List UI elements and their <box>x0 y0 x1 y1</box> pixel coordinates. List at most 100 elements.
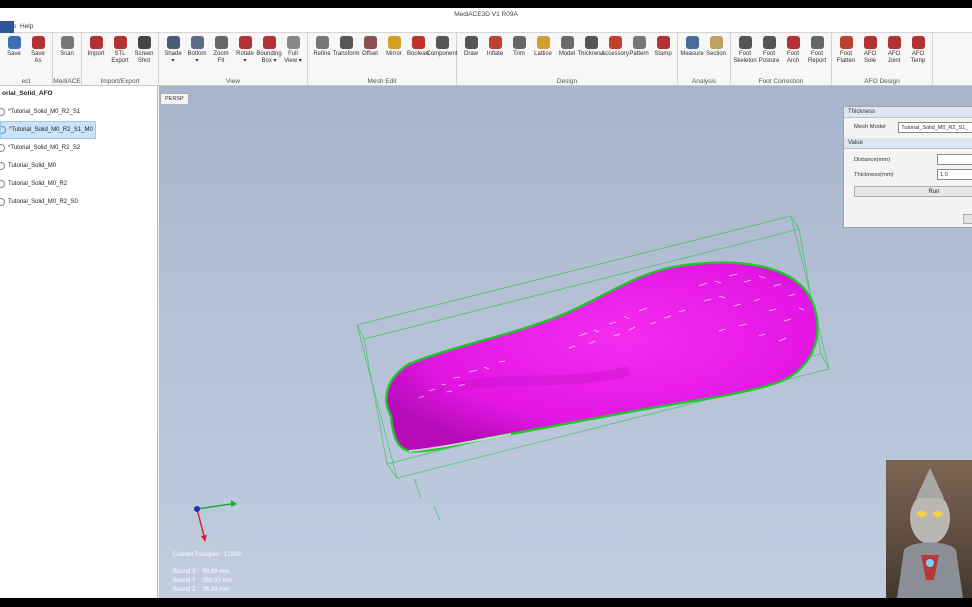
tool-label: Offset <box>362 51 378 57</box>
bound-z: Bound Z : 26.28 mm <box>173 587 230 593</box>
ribbon-group-label: Design <box>556 78 578 85</box>
refine-icon <box>315 36 329 49</box>
visibility-toggle-icon[interactable] <box>0 180 5 188</box>
ribbon-group-label: View <box>226 78 240 85</box>
boolean-icon <box>411 36 425 49</box>
tool-label: Component <box>426 51 458 57</box>
value-header: Value <box>844 138 972 149</box>
visibility-toggle-icon[interactable] <box>0 162 5 170</box>
tool-label: Lattice <box>534 51 552 57</box>
ribbon-group: Shade ▾ Bottom ▾ Zoom Fit Rotate ▾ Bounding … <box>159 33 308 86</box>
ribbon-group: Foot Flatten AFO Sole AFO Joint AFO Temp AFO… <box>832 33 933 86</box>
tree-item-label: Tutorial_Solid_M0_R2 <box>8 181 68 187</box>
thickness-input[interactable]: 1.0 <box>937 169 972 180</box>
tool-label: Pattern <box>629 51 649 57</box>
menu-help[interactable]: Help <box>14 23 39 30</box>
run-button[interactable]: Run <box>854 186 972 197</box>
tree-item[interactable]: Tutorial_Solid_M0_R2_S0 <box>0 193 157 211</box>
presenter-figure-image <box>897 468 963 598</box>
mesh-model-label: Mesh Model <box>854 124 886 130</box>
tool-label: Save As <box>31 51 45 64</box>
tool-label: AFO Joint <box>887 51 901 64</box>
ribbon-group-label: Import/Export <box>100 78 140 85</box>
ribbon-group: Draw Inflate Trim Lattice Model Thickness Acce… <box>457 33 678 86</box>
model-tree-panel: orial_Solid_AFO *Tutorial_Solid_M0_R2_S1… <box>0 86 158 598</box>
tree-item-label: Tutorial_Solid_M0_R2_S0 <box>8 199 78 205</box>
tree-item[interactable]: Tutorial_Solid_M0 <box>0 157 157 175</box>
foot-skeleton-icon <box>738 36 752 49</box>
inflate-icon <box>488 36 502 49</box>
save-icon <box>7 36 21 49</box>
model-icon <box>560 36 574 49</box>
ribbon-group-label: Analysis <box>691 78 717 85</box>
tool-label: Measure <box>680 51 704 57</box>
tree-item-label: Tutorial_Solid_M0 <box>8 163 57 169</box>
tool-label: AFO Sole <box>863 51 877 64</box>
tool-label: Accessory <box>601 51 629 57</box>
tree-item-label: *Tutorial_Solid_M0_R2_S1 <box>8 109 81 115</box>
tool-label: Stamp <box>654 51 672 57</box>
afo-joint-icon <box>887 36 901 49</box>
bound-y: Bound Y : 259.97 mm <box>173 578 233 584</box>
app-title: MediACE3D V1 R09A <box>454 11 518 18</box>
transform-icon <box>339 36 353 49</box>
tool-label: Foot Skeleton <box>733 51 757 64</box>
mirror-icon <box>387 36 401 49</box>
title-bar: MediACE3D V1 R09A <box>0 8 972 21</box>
tool-label: Section <box>705 51 726 57</box>
ribbon-group: Foot Skeleton Foot Posture Foot Arch Foot R… <box>731 33 832 86</box>
ribbon-group: Scan MediACE <box>53 33 82 86</box>
triangle-count: Current Triangles : 17209 <box>173 552 241 558</box>
ribbon-group: Save Save As ect <box>0 33 53 86</box>
scan-icon <box>60 36 74 49</box>
ribbon-group-label: Foot Correction <box>758 78 804 85</box>
ribbon-group: Import STL Export Screen Shot Import/Export <box>82 33 159 86</box>
tool-label: Screen Shot <box>134 51 154 64</box>
tool-label: Trim <box>513 51 525 57</box>
tree-item[interactable]: Tutorial_Solid_M0_R2 <box>0 175 157 193</box>
thickness-icon <box>584 36 598 49</box>
menu-file[interactable]: File <box>0 20 16 33</box>
tool-label: Model <box>558 51 576 57</box>
tool-label: Foot Posture <box>758 51 780 64</box>
ribbon-group: Measure Section Analysis <box>678 33 731 86</box>
tree-item[interactable]: *Tutorial_Solid_M0_R2_S1_M0 <box>0 121 96 139</box>
tool-label: Foot Report <box>807 51 826 64</box>
tool-label: Mirror <box>386 51 402 57</box>
tool-label: Full View ▾ <box>284 51 302 64</box>
save-as-icon <box>31 36 45 49</box>
visibility-toggle-icon[interactable] <box>0 108 5 116</box>
thickness-label: Thickness(mm) <box>854 171 894 178</box>
tree-item[interactable]: *Tutorial_Solid_M0_R2_S1 <box>0 103 157 121</box>
insole-mesh[interactable] <box>385 261 819 453</box>
trim-icon <box>512 36 526 49</box>
foot-arch-icon <box>786 36 800 49</box>
close-panel-button[interactable] <box>963 214 972 224</box>
distance-input[interactable] <box>937 154 972 165</box>
measure-icon <box>685 36 699 49</box>
visibility-toggle-icon[interactable] <box>0 198 5 206</box>
rotate-icon <box>238 36 252 49</box>
bounding-box-icon <box>262 36 276 49</box>
app-window: MediACE3D V1 R09A File Help Save Save As e… <box>0 8 972 598</box>
tree-item[interactable]: *Tutorial_Solid_M0_R2_S2 <box>0 139 157 157</box>
tool-label: Refine <box>313 51 331 57</box>
afo-sole-icon <box>863 36 877 49</box>
axis-triad <box>194 500 237 542</box>
tool-label: Foot Arch <box>786 51 800 64</box>
tree-root[interactable]: orial_Solid_AFO <box>0 86 157 103</box>
bottom-view-icon <box>190 36 204 49</box>
thickness-panel: Thickness Mesh Model Tutorial_Solid_M0_R… <box>843 106 972 228</box>
import-icon <box>89 36 103 49</box>
tool-label: AFO Temp <box>910 51 926 64</box>
tool-label: Draw <box>463 51 478 57</box>
foot-posture-icon <box>762 36 776 49</box>
mesh-model-select[interactable]: Tutorial_Solid_M0_R2_S1_ <box>898 121 972 133</box>
tree-item-label: *Tutorial_Solid_M0_R2_S2 <box>8 145 81 151</box>
lattice-icon <box>536 36 550 49</box>
visibility-toggle-icon[interactable] <box>0 144 5 152</box>
visibility-toggle-icon[interactable] <box>1 126 6 134</box>
shade-icon <box>166 36 180 49</box>
tool-label: Import <box>87 51 105 57</box>
tool-label: Rotate ▾ <box>236 51 254 64</box>
